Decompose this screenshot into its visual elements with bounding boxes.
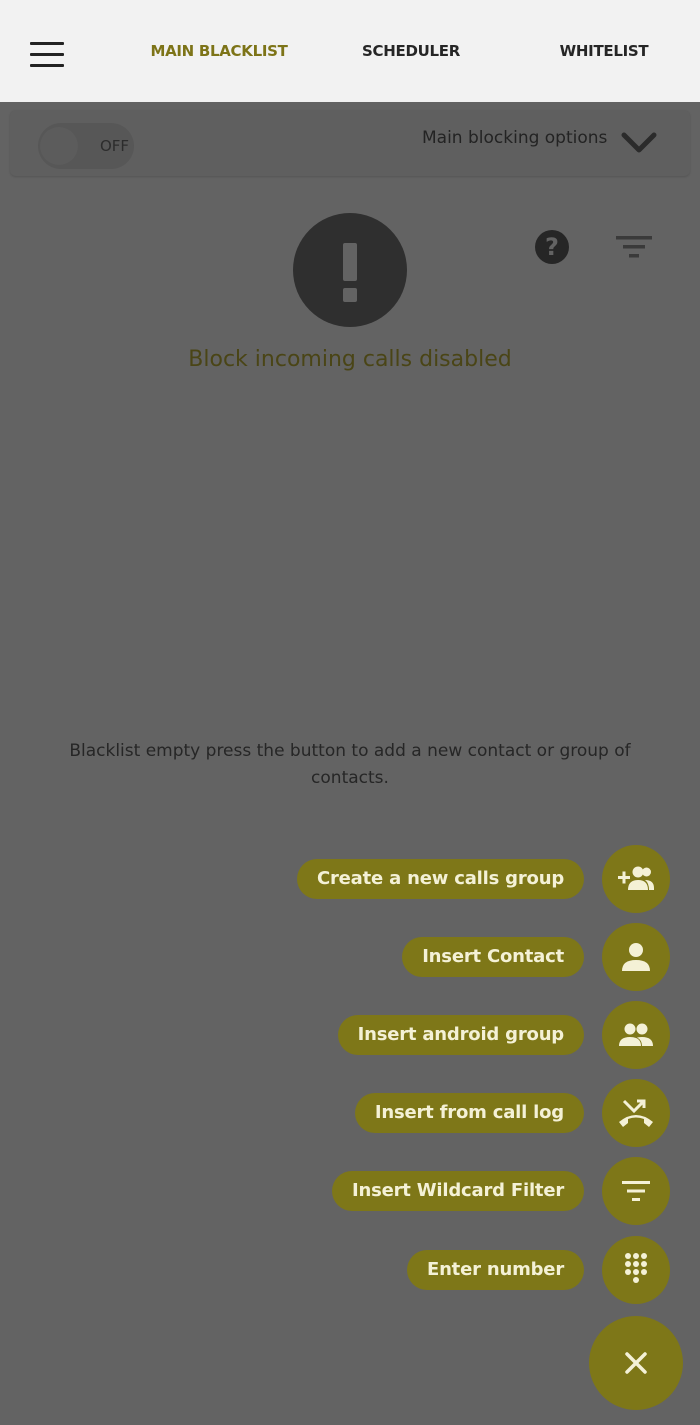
create-calls-group-fab[interactable] xyxy=(602,845,670,913)
missed-call-icon xyxy=(619,1099,653,1127)
enter-number-fab[interactable] xyxy=(602,1236,670,1304)
help-icon[interactable]: ? xyxy=(534,229,570,265)
people-icon xyxy=(619,1023,653,1046)
insert-android-group-button[interactable]: Insert android group xyxy=(337,1015,584,1055)
toggle-knob xyxy=(40,127,78,165)
insert-contact-button[interactable]: Insert Contact xyxy=(402,937,584,977)
toggle-state-label: OFF xyxy=(100,137,130,155)
blocking-options-card: OFF Main blocking options xyxy=(10,110,690,176)
tab-main-blacklist[interactable]: MAIN BLACKLIST xyxy=(150,42,287,60)
alert-icon xyxy=(293,213,407,327)
chevron-down-icon[interactable] xyxy=(620,130,658,156)
close-icon xyxy=(625,1352,647,1374)
dialpad-icon xyxy=(625,1253,647,1283)
tab-whitelist[interactable]: WHITELIST xyxy=(560,42,649,60)
insert-from-call-log-button[interactable]: Insert from call log xyxy=(354,1093,584,1133)
insert-contact-fab[interactable] xyxy=(602,923,670,991)
close-speed-dial-button[interactable] xyxy=(589,1316,683,1410)
menu-icon[interactable] xyxy=(30,42,64,68)
person-icon xyxy=(622,943,650,971)
insert-wildcard-filter-button[interactable]: Insert Wildcard Filter xyxy=(331,1171,584,1211)
tab-scheduler[interactable]: SCHEDULER xyxy=(362,42,460,60)
filter-icon[interactable] xyxy=(616,232,652,262)
enter-number-button[interactable]: Enter number xyxy=(406,1250,584,1290)
empty-blacklist-message: Blacklist empty press the button to add … xyxy=(69,741,631,788)
create-calls-group-button[interactable]: Create a new calls group xyxy=(296,859,584,899)
app-bar: MAIN BLACKLIST SCHEDULER WHITELIST xyxy=(0,0,700,102)
add-group-icon xyxy=(618,866,654,890)
blocking-options-label: Main blocking options xyxy=(422,128,608,148)
insert-from-call-log-fab[interactable] xyxy=(602,1079,670,1147)
insert-android-group-fab[interactable] xyxy=(602,1001,670,1069)
insert-wildcard-filter-fab[interactable] xyxy=(602,1157,670,1225)
status-message: Block incoming calls disabled xyxy=(188,347,512,372)
svg-text:?: ? xyxy=(545,233,559,261)
main-content: OFF Main blocking options Block incoming… xyxy=(0,102,700,1425)
filter-icon xyxy=(622,1181,650,1201)
blocking-toggle[interactable]: OFF xyxy=(38,123,134,169)
